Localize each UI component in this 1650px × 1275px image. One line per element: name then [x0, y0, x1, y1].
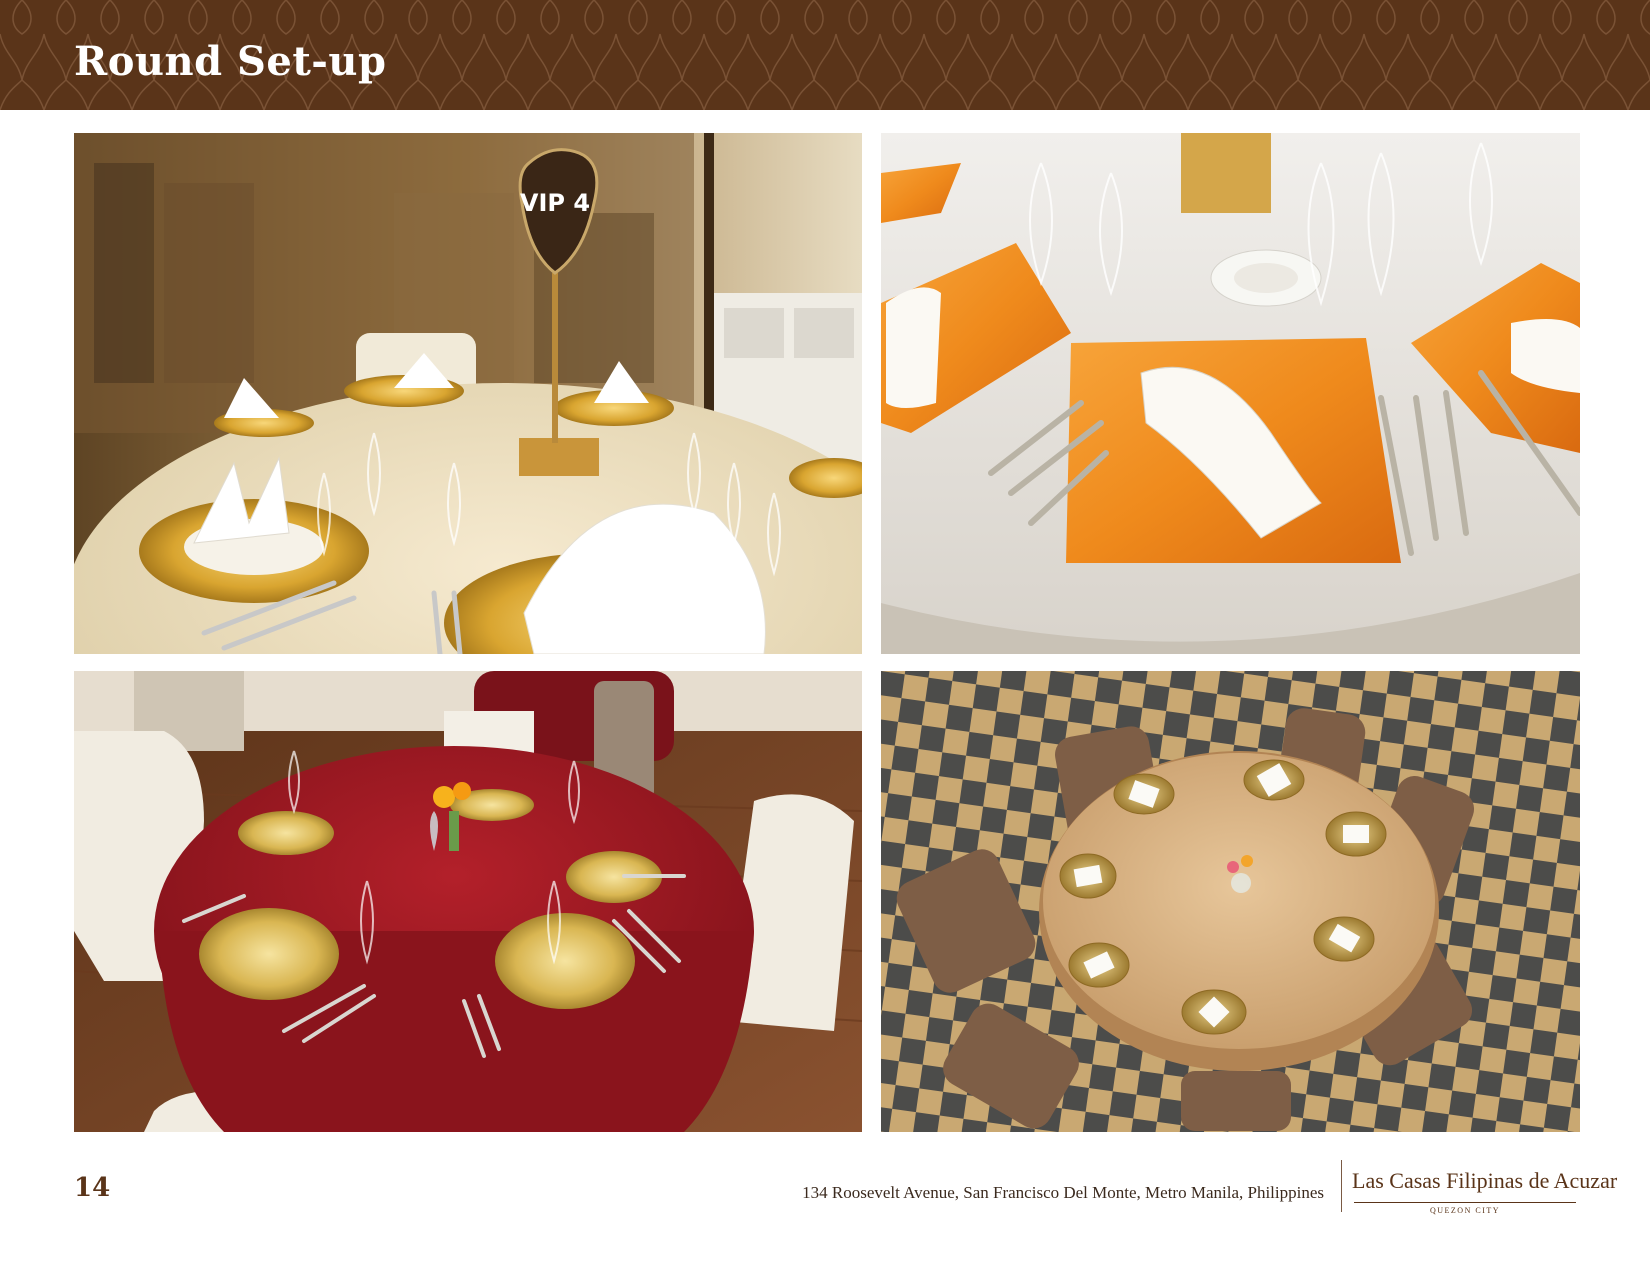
photo-red-round-table: [74, 671, 862, 1132]
vip-marker-label: VIP 4: [520, 189, 590, 217]
logo-city: QUEZON CITY: [1429, 1206, 1501, 1215]
venue-address: 134 Roosevelt Avenue, San Francisco Del …: [802, 1183, 1324, 1202]
page-number: 14: [74, 1173, 111, 1203]
photo-gold-round-table-top-view: [881, 671, 1580, 1132]
footer-divider: [1341, 1160, 1342, 1212]
photo-vip-round-table: VIP 4: [74, 133, 862, 654]
venue-logo: Las Casas Filipinas de Acuzar QUEZON CIT…: [1352, 1162, 1618, 1222]
page-title: Round Set-up: [74, 38, 387, 85]
logo-name: Las Casas Filipinas de Acuzar: [1352, 1168, 1618, 1193]
header-band: Round Set-up: [0, 0, 1650, 110]
logo-rule: [1354, 1202, 1576, 1203]
photo-orange-charger-setup: [881, 133, 1580, 654]
